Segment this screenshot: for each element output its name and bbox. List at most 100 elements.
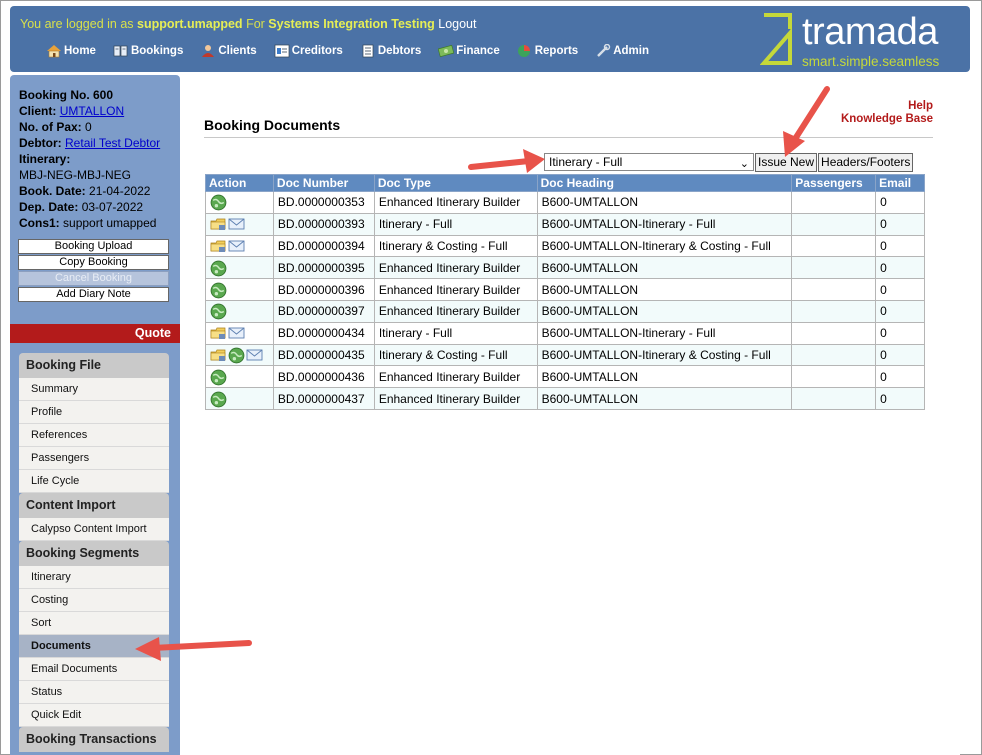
issue-new-button[interactable]: Issue New — [755, 153, 818, 172]
passengers-cell — [791, 343, 877, 367]
passengers-cell — [791, 191, 877, 214]
logout-link[interactable]: Logout — [438, 17, 476, 31]
folder-icon[interactable] — [210, 216, 227, 232]
globe-icon[interactable] — [210, 303, 227, 320]
sidebar-item-passengers[interactable]: Passengers — [19, 447, 169, 470]
doc-heading-cell: B600-UMTALLON — [536, 299, 793, 323]
main-content: Help Knowledge Base Booking Documents It… — [180, 86, 960, 755]
sidebar-item-costing[interactable]: Costing — [19, 589, 169, 612]
clients-icon — [202, 45, 215, 57]
email-count-cell: 0 — [875, 234, 925, 258]
sidebar-item-itinerary[interactable]: Itinerary — [19, 566, 169, 589]
doc-heading-cell: B600-UMTALLON-Itinerary - Full — [536, 321, 793, 345]
doc-type-select-value: Itinerary - Full — [549, 155, 623, 169]
dep-date: 03-07-2022 — [81, 200, 144, 214]
globe-icon[interactable] — [210, 194, 227, 211]
passengers-cell — [791, 299, 877, 323]
sidebar-item-life-cycle[interactable]: Life Cycle — [19, 470, 169, 493]
nav-bookings[interactable]: Bookings — [113, 44, 183, 58]
folder-icon[interactable] — [210, 347, 227, 363]
section-booking-file: Booking File — [19, 353, 169, 378]
section-booking-transactions: Booking Transactions — [19, 727, 169, 752]
table-row: BD.0000000393 Itinerary - Full B600-UMTALL… — [205, 212, 925, 236]
sidebar-item-calypso-import[interactable]: Calypso Content Import — [19, 518, 169, 541]
email-count-cell: 0 — [875, 365, 925, 389]
knowledge-base-link[interactable]: Knowledge Base — [841, 113, 933, 126]
passengers-cell — [791, 321, 877, 345]
table-row: BD.0000000436 Enhanced Itinerary Builder B… — [205, 365, 925, 389]
documents-body: BD.0000000353 Enhanced Itinerary Builder B… — [205, 191, 925, 410]
sidebar-item-profile[interactable]: Profile — [19, 401, 169, 424]
table-row: BD.0000000395 Enhanced Itinerary Builder B… — [205, 256, 925, 280]
row-actions — [205, 365, 274, 389]
copy-booking-button[interactable]: Copy Booking — [18, 255, 169, 270]
sidebar-item-status[interactable]: Status — [19, 681, 169, 704]
doc-type-cell: Itinerary & Costing - Full — [373, 343, 538, 367]
sidebar-item-sort[interactable]: Sort — [19, 612, 169, 635]
doc-type-cell: Itinerary & Costing - Full — [373, 234, 538, 258]
globe-icon[interactable] — [210, 369, 227, 386]
top-header: You are logged in as support.umapped For… — [10, 6, 970, 72]
logo-tagline: smart.simple.seamless — [802, 54, 940, 69]
col-doc-heading: Doc Heading — [536, 174, 793, 192]
sidebar-item-summary[interactable]: Summary — [19, 378, 169, 401]
mail-icon[interactable] — [228, 216, 245, 232]
mail-icon[interactable] — [228, 325, 245, 341]
page-title: Booking Documents — [204, 117, 341, 133]
passengers-cell — [791, 234, 877, 258]
row-actions — [205, 234, 274, 258]
globe-icon[interactable] — [210, 260, 227, 277]
doc-type-cell: Itinerary - Full — [373, 321, 538, 345]
row-actions — [205, 256, 274, 280]
table-row: BD.0000000435 Itinerary & Costing - Full B… — [205, 343, 925, 367]
table-row: BD.0000000434 Itinerary - Full B600-UMTALL… — [205, 321, 925, 345]
booking-number: Booking No. 600 — [19, 88, 114, 102]
nav-reports[interactable]: Reports — [517, 44, 578, 58]
doc-type-cell: Enhanced Itinerary Builder — [373, 191, 538, 214]
doc-number-cell: BD.0000000397 — [272, 299, 375, 323]
reports-icon — [517, 45, 530, 57]
main-nav: Home Bookings Clients Creditors Debtors … — [46, 44, 666, 58]
headers-footers-button[interactable]: Headers/Footers — [818, 153, 914, 172]
globe-icon[interactable] — [210, 282, 227, 298]
nav-finance[interactable]: Finance — [438, 44, 500, 58]
app-frame: You are logged in as support.umapped For… — [0, 0, 982, 755]
mail-icon[interactable] — [228, 238, 245, 254]
client-link[interactable]: UMTALLON — [60, 104, 124, 118]
globe-icon[interactable] — [210, 391, 227, 407]
globe-icon[interactable] — [228, 347, 245, 364]
sidebar-item-quick-edit[interactable]: Quick Edit — [19, 704, 169, 727]
folder-icon[interactable] — [210, 238, 227, 254]
doc-number-cell: BD.0000000353 — [272, 191, 375, 214]
folder-icon[interactable] — [210, 325, 227, 341]
table-header-row: Action Doc Number Doc Type Doc Heading P… — [205, 174, 925, 192]
passengers-cell — [791, 387, 877, 410]
passengers-cell — [791, 256, 877, 280]
sidebar-item-documents[interactable]: Documents — [19, 635, 169, 658]
help-link[interactable]: Help — [841, 100, 933, 113]
login-prefix: You are logged in as — [20, 17, 134, 31]
passengers-cell — [791, 365, 877, 389]
add-diary-note-button[interactable]: Add Diary Note — [18, 287, 169, 302]
doc-number-cell: BD.0000000437 — [272, 387, 375, 410]
documents-table: Action Doc Number Doc Type Doc Heading P… — [205, 174, 925, 410]
nav-home[interactable]: Home — [46, 44, 96, 58]
mail-icon[interactable] — [246, 347, 263, 363]
itinerary-value: MBJ-NEG-MBJ-NEG — [19, 168, 131, 182]
nav-admin[interactable]: Admin — [595, 44, 649, 58]
nav-clients[interactable]: Clients — [200, 44, 257, 58]
booking-upload-button[interactable]: Booking Upload — [18, 239, 169, 254]
document-controls: Itinerary - Full ⌄ Issue New Headers/Foo… — [544, 153, 914, 172]
doc-type-select[interactable]: Itinerary - Full ⌄ — [544, 153, 754, 171]
col-passengers: Passengers — [791, 174, 877, 192]
debtors-icon — [362, 44, 374, 58]
nav-creditors[interactable]: Creditors — [274, 44, 343, 58]
sidebar-menu: Booking File Summary Profile References … — [19, 353, 169, 752]
sidebar-item-references[interactable]: References — [19, 424, 169, 447]
nav-debtors[interactable]: Debtors — [360, 44, 421, 58]
doc-type-cell: Enhanced Itinerary Builder — [373, 256, 538, 280]
booking-actions: Booking Upload Copy Booking Cancel Booki… — [18, 239, 169, 303]
tramada-logo: tramada smart.simple.seamless — [760, 11, 956, 69]
sidebar-item-email-documents[interactable]: Email Documents — [19, 658, 169, 681]
debtor-link[interactable]: Retail Test Debtor — [65, 136, 160, 150]
